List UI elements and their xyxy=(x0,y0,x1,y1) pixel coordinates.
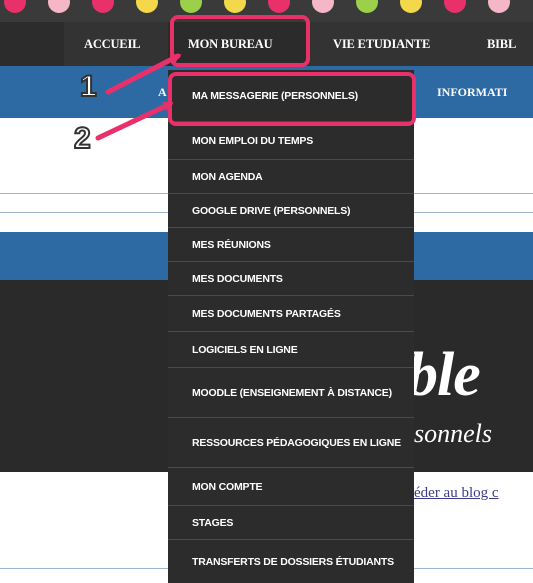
arrow-1 xyxy=(105,53,182,95)
annotation-number-2: 2 xyxy=(73,121,92,156)
arrow-2 xyxy=(95,101,174,141)
annotation-number-1: 1 xyxy=(79,69,98,104)
